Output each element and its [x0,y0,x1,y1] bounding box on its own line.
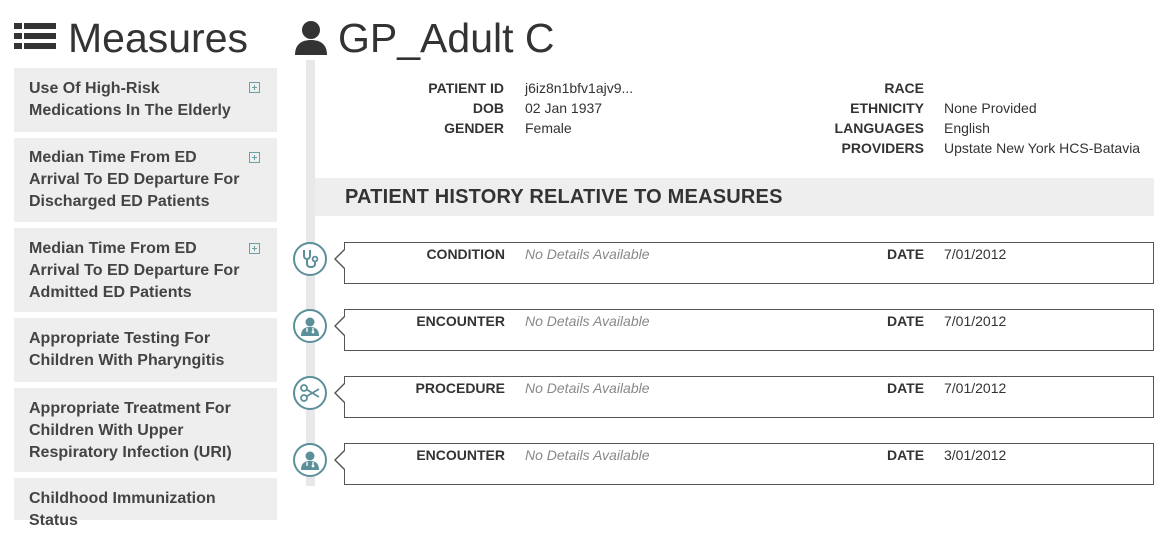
event-date-label: DATE [887,380,925,396]
gender-label: GENDER [444,120,504,136]
user-icon [295,21,327,55]
measures-title: Measures [68,15,249,61]
list-icon [14,21,56,55]
patient-id-value: j6iz8n1bfv1ajv9... [525,80,634,96]
measure-item-label: Childhood Immunization Status [29,490,216,529]
event-detail: No Details Available [525,447,650,463]
measure-item[interactable]: Appropriate Testing For Children With Ph… [14,318,277,382]
event-date: 7/01/2012 [944,246,1007,262]
providers-label: PROVIDERS [841,140,924,156]
doctor-icon [293,443,327,477]
dob-value: 02 Jan 1937 [525,100,603,116]
event-date-label: DATE [887,313,925,329]
event-type: CONDITION [426,246,505,262]
event-date-label: DATE [887,246,925,262]
measure-item[interactable]: Use Of High-Risk Medications In The Elde… [14,68,277,132]
history-event-encounter[interactable]: ENCOUNTER No Details Available DATE 7/01… [334,309,1154,351]
event-date: 3/01/2012 [944,447,1007,463]
scissors-icon [293,376,327,410]
measure-item-label: Appropriate Treatment For Children With … [29,400,232,461]
event-type: ENCOUNTER [416,447,505,463]
event-date: 7/01/2012 [944,380,1007,396]
event-date: 7/01/2012 [944,313,1007,329]
dob-label: DOB [472,100,504,116]
event-type: ENCOUNTER [416,313,505,329]
event-detail: No Details Available [525,313,650,329]
history-title: PATIENT HISTORY RELATIVE TO MEASURES [345,186,783,208]
doctor-icon [293,309,327,343]
event-detail: No Details Available [525,246,650,262]
measure-item[interactable]: Childhood Immunization Status [14,478,277,529]
gender-value: Female [525,120,572,136]
measure-item-label: Appropriate Testing For Children With Ph… [29,330,225,369]
languages-value: English [944,120,990,136]
providers-value: Upstate New York HCS-Batavia [944,140,1141,156]
race-label: RACE [884,80,924,96]
measure-item[interactable]: Median Time From ED Arrival To ED Depart… [14,138,277,222]
measure-item-label: Median Time From ED Arrival To ED Depart… [29,149,240,210]
patient-id-label: PATIENT ID [428,80,504,96]
expand-icon[interactable] [249,82,260,93]
languages-label: LANGUAGES [834,120,924,136]
ethnicity-label: ETHNICITY [850,100,924,116]
ethnicity-value: None Provided [944,100,1037,116]
expand-icon[interactable] [249,243,260,254]
history-event-procedure[interactable]: PROCEDURE No Details Available DATE 7/01… [334,376,1154,418]
history-event-condition[interactable]: CONDITION No Details Available DATE 7/01… [334,242,1154,284]
expand-icon[interactable] [249,152,260,163]
measure-item-label: Median Time From ED Arrival To ED Depart… [29,240,240,301]
event-date-label: DATE [887,447,925,463]
history-event-encounter[interactable]: ENCOUNTER No Details Available DATE 3/01… [334,443,1154,485]
measure-item[interactable]: Median Time From ED Arrival To ED Depart… [14,228,277,312]
event-detail: No Details Available [525,380,650,396]
measures-header: Measures [14,14,248,62]
patient-name: GP_Adult C [338,15,555,61]
stethoscope-icon [293,242,327,276]
measure-item[interactable]: Appropriate Treatment For Children With … [14,388,277,472]
event-type: PROCEDURE [415,380,505,396]
patient-header: GP_Adult C [294,14,555,62]
measure-item-label: Use Of High-Risk Medications In The Elde… [29,80,231,119]
history-section-header: PATIENT HISTORY RELATIVE TO MEASURES [315,178,1154,216]
